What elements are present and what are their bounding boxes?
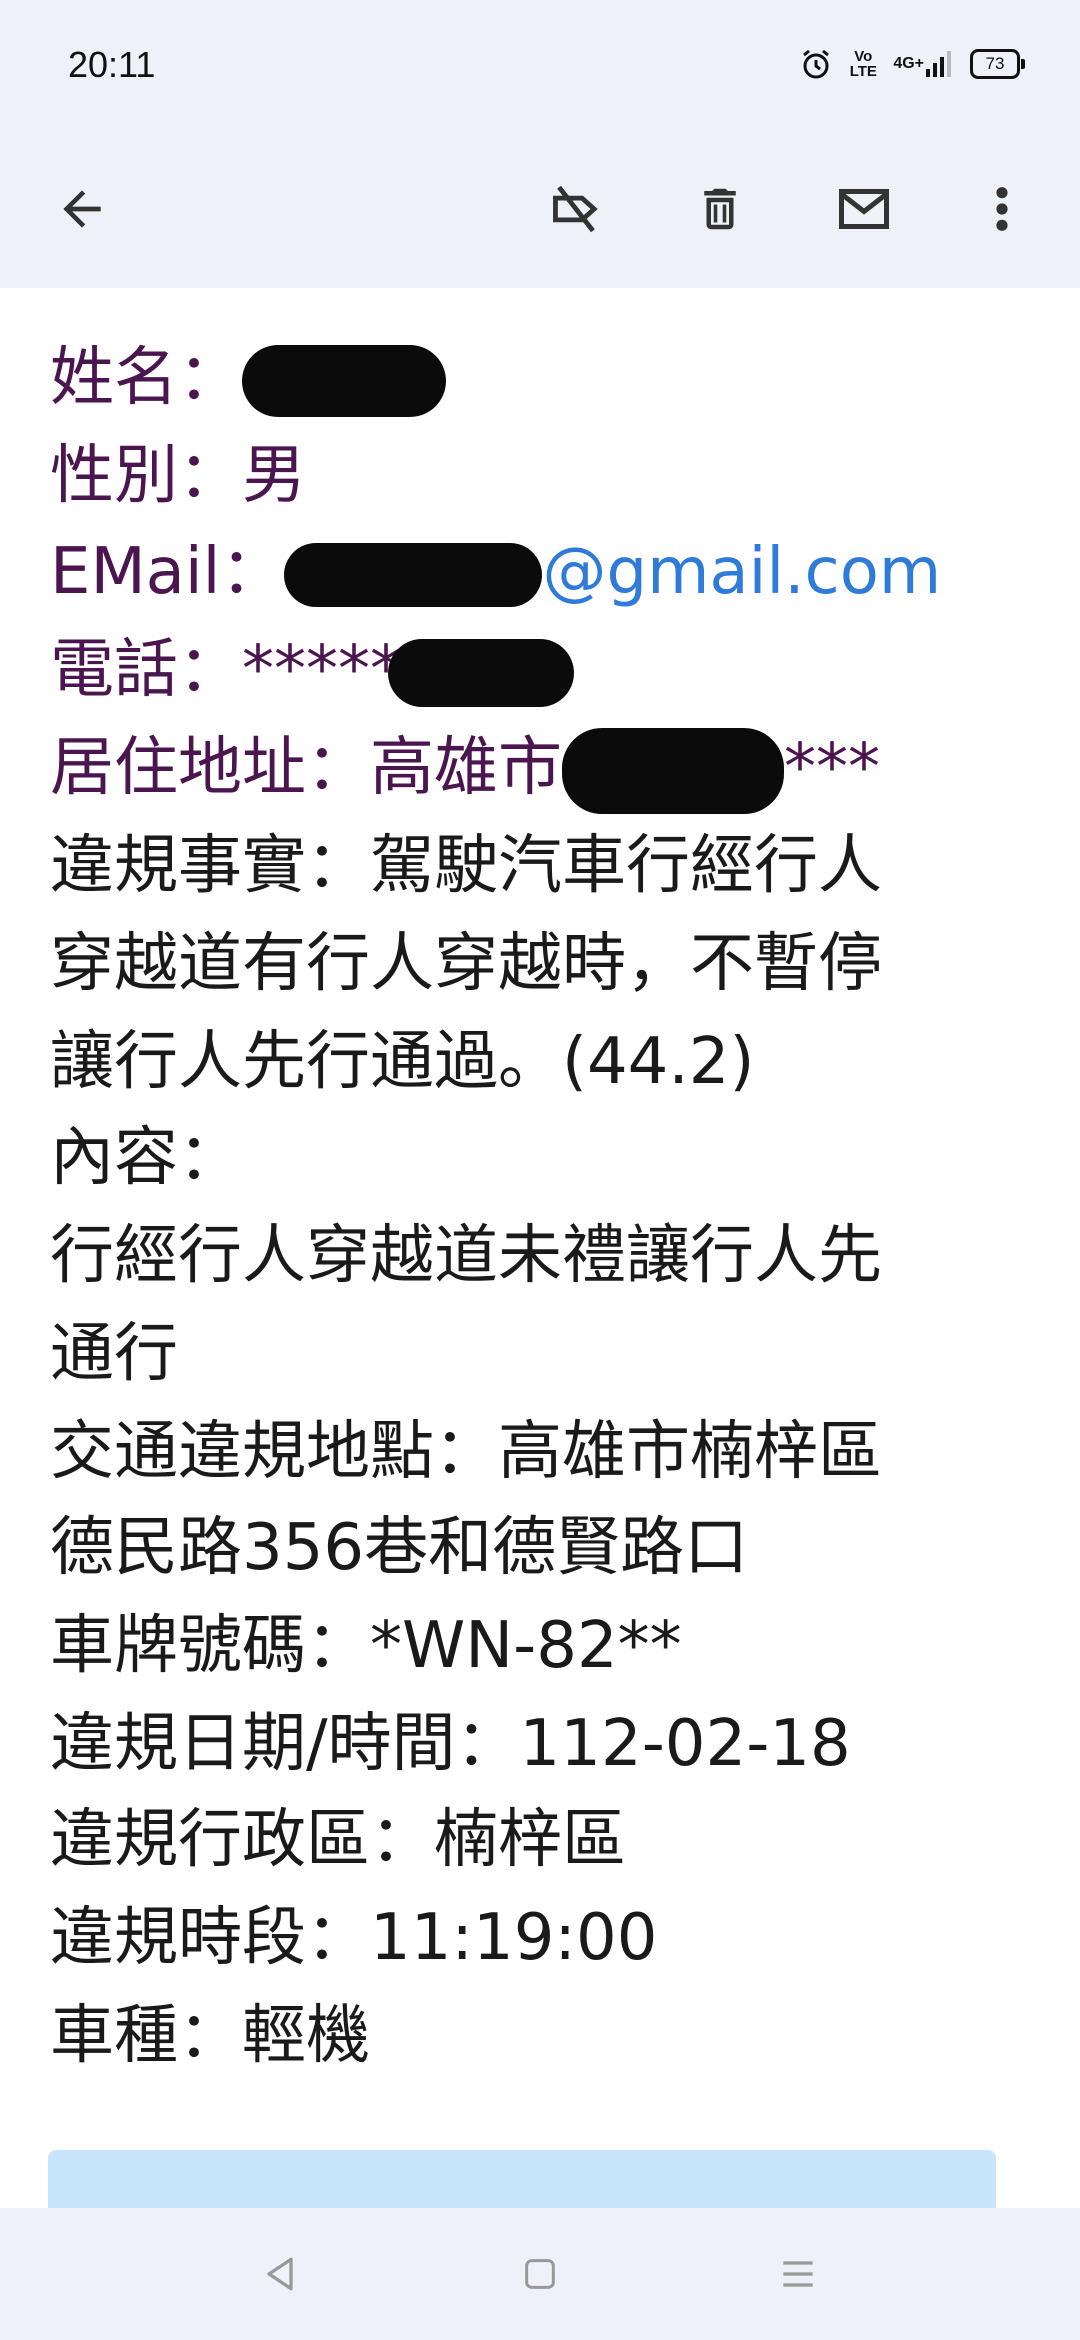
- back-button[interactable]: [42, 169, 122, 249]
- email-label: EMail：: [50, 535, 285, 609]
- violation-fact-line-3: 讓行人先行通過。(44.2): [50, 1025, 755, 1099]
- remove-label-button[interactable]: [536, 169, 616, 249]
- phone-row: 電話：*****: [50, 622, 574, 718]
- violation-fact-line-2: 穿越道有行人穿越時，不暫停: [50, 927, 882, 1001]
- address-redaction: [562, 728, 784, 815]
- nav-back-button[interactable]: [250, 2244, 310, 2304]
- more-options-button[interactable]: [962, 169, 1042, 249]
- email-address-link[interactable]: @gmail.com: [542, 535, 941, 609]
- content-line-1: 行經行人穿越道未禮讓行人先: [50, 1219, 882, 1293]
- nav-home-button[interactable]: [510, 2244, 570, 2304]
- signal-icon: 4G+: [893, 49, 954, 79]
- name-row: 姓名：: [50, 330, 446, 426]
- battery-icon: 73: [970, 49, 1025, 79]
- phone-redaction: [388, 639, 574, 708]
- name-label: 姓名：: [50, 341, 242, 415]
- mark-unread-button[interactable]: [824, 169, 904, 249]
- address-visible: 高雄市: [370, 731, 562, 805]
- content-label: 內容：: [50, 1121, 242, 1195]
- mail-icon: [839, 189, 889, 229]
- address-label: 居住地址：: [50, 731, 370, 805]
- network-type-label: 4G+: [893, 55, 924, 72]
- delete-icon: [704, 188, 736, 230]
- email-body: 姓名： 性別：男 EMail： @gmail.com 電話：***** 居住地址：…: [0, 288, 1080, 2208]
- alarm-icon: [799, 47, 833, 81]
- violation-fact-line-1: 違規事實：駕駛汽車行經行人: [50, 829, 882, 903]
- email-row: EMail： @gmail.com: [50, 524, 941, 620]
- back-triangle-icon: [267, 2257, 293, 2291]
- nav-recents-button[interactable]: [768, 2244, 828, 2304]
- violation-district: 違規行政區：楠梓區: [50, 1803, 626, 1877]
- gender-value: 男: [242, 439, 306, 513]
- name-redaction: [242, 345, 446, 418]
- phone-visible: *****: [242, 633, 402, 707]
- phone-label: 電話：: [50, 633, 242, 707]
- home-square-icon: [525, 2259, 555, 2289]
- status-bar: 20:11 Vo LTE 4G+ 73: [0, 0, 1080, 130]
- plate-number: 車牌號碼：*WN-82**: [50, 1609, 682, 1683]
- email-toolbar: [0, 130, 1080, 288]
- email-redaction: [284, 543, 543, 608]
- volte-icon: Vo LTE: [849, 48, 877, 80]
- location-line-2: 德民路356巷和德賢路口: [50, 1511, 749, 1585]
- content-line-2: 通行: [50, 1317, 178, 1391]
- violation-time-period: 違規時段：11:19:00: [50, 1901, 658, 1975]
- more-vert-icon: [996, 187, 1008, 231]
- system-nav-bar: [0, 2208, 1080, 2340]
- battery-level: 73: [970, 49, 1025, 79]
- back-arrow-icon: [63, 190, 101, 228]
- gender-label: 性別：: [50, 439, 242, 513]
- vehicle-type: 車種：輕機: [50, 1999, 370, 2073]
- delete-button[interactable]: [680, 169, 760, 249]
- status-time: 20:11: [68, 44, 156, 85]
- violation-date: 違規日期/時間：112-02-18: [50, 1707, 851, 1781]
- status-icons: Vo LTE 4G+ 73: [799, 44, 1025, 84]
- address-row: 居住地址：高雄市 ***: [50, 720, 880, 816]
- gender-row: 性別：男: [50, 428, 306, 524]
- recents-menu-icon: [783, 2261, 813, 2287]
- label-off-icon: [553, 185, 598, 233]
- location-line-1: 交通違規地點：高雄市楠梓區: [50, 1415, 882, 1489]
- address-trailing: ***: [784, 731, 880, 805]
